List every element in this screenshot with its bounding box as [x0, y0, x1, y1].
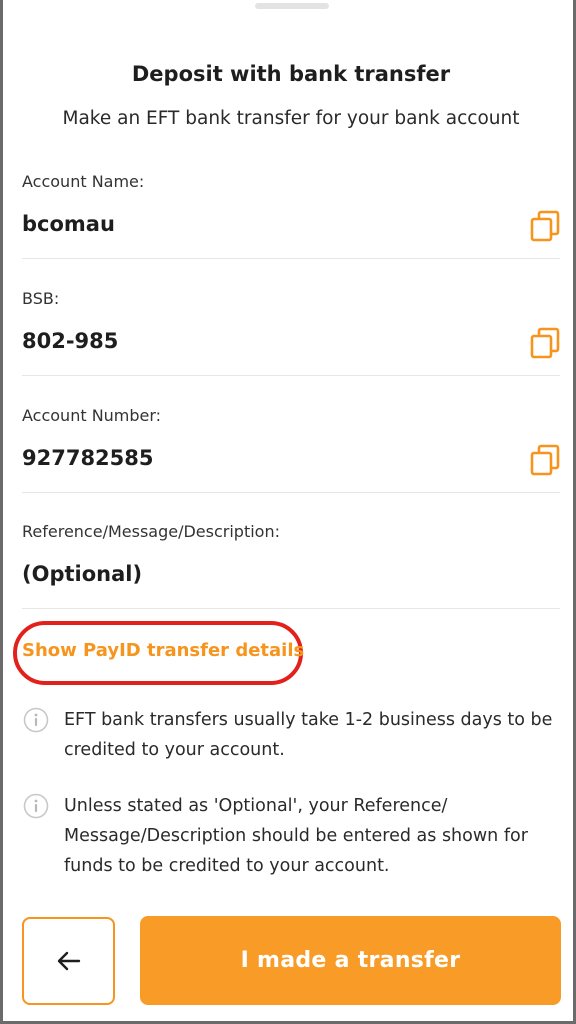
divider [22, 492, 560, 493]
copy-icon [530, 444, 560, 476]
copy-account-name-button[interactable] [530, 210, 560, 242]
divider [22, 258, 560, 259]
bsb-label: BSB: [22, 289, 60, 308]
divider [22, 608, 560, 609]
info-text: EFT bank transfers usually take 1-2 busi… [64, 710, 553, 760]
arrow-left-icon [57, 951, 80, 971]
page-subtitle: Make an EFT bank transfer for your bank … [62, 108, 520, 129]
info-text: Unless stated as 'Optional', your Refere… [64, 796, 528, 876]
info-icon [23, 707, 49, 733]
account-name-value: bcomau [22, 212, 115, 236]
account-name-label: Account Name: [22, 172, 145, 191]
copy-account-number-button[interactable] [530, 444, 560, 476]
info-icon [23, 793, 49, 819]
show-payid-link[interactable]: Show PayID transfer details [22, 640, 304, 661]
bsb-value: 802-985 [22, 329, 119, 353]
drag-handle[interactable] [255, 3, 329, 9]
copy-bsb-button[interactable] [530, 327, 560, 359]
copy-icon [530, 327, 560, 359]
account-number-value: 927782585 [22, 446, 154, 470]
divider [22, 375, 560, 376]
back-button[interactable] [22, 917, 115, 1005]
copy-icon [530, 210, 560, 242]
reference-value: (Optional) [22, 562, 143, 586]
reference-label: Reference/Message/Description: [22, 522, 280, 541]
bank-transfer-sheet: Deposit with bank transfer Make an EFT b… [0, 0, 576, 1024]
made-transfer-button[interactable]: I made a transfer [140, 916, 561, 1005]
page-title: Deposit with bank transfer [131, 62, 451, 86]
account-number-label: Account Number: [22, 406, 162, 425]
